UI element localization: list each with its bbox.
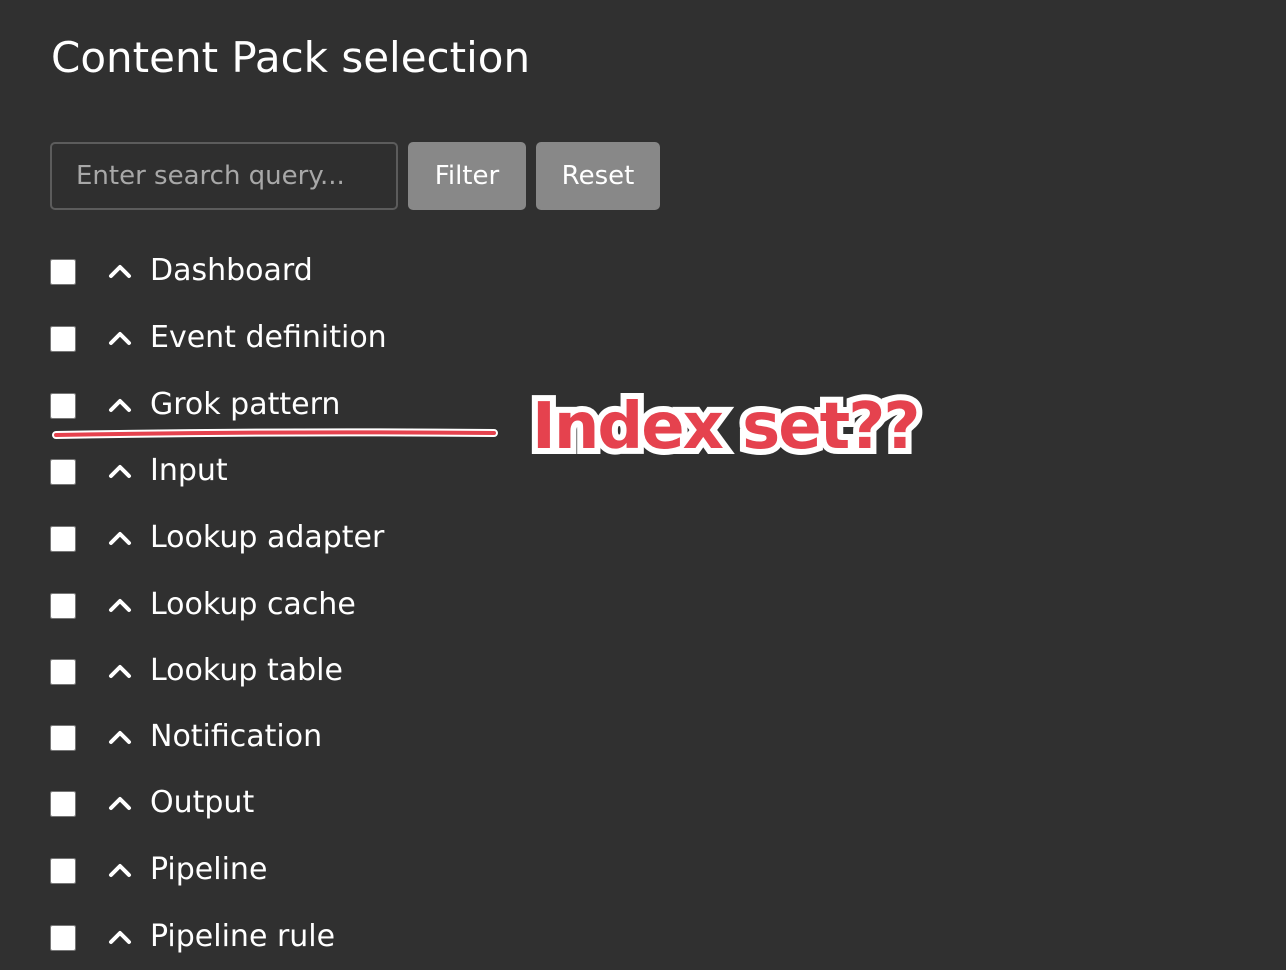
list-item-output: Output xyxy=(50,783,570,823)
chevron-up-icon[interactable] xyxy=(108,451,132,491)
list-item-label: Lookup cache xyxy=(150,587,356,622)
lookup-table-checkbox[interactable] xyxy=(50,659,76,685)
list-item-label: Lookup adapter xyxy=(150,520,385,555)
list-item-label: Grok pattern xyxy=(150,387,341,422)
chevron-up-icon[interactable] xyxy=(108,783,132,823)
output-checkbox[interactable] xyxy=(50,791,76,817)
chevron-up-icon[interactable] xyxy=(108,917,132,957)
list-item-lookup-cache: Lookup cache xyxy=(50,585,570,625)
notification-checkbox[interactable] xyxy=(50,725,76,751)
chevron-up-icon[interactable] xyxy=(108,585,132,625)
chevron-up-icon[interactable] xyxy=(108,518,132,558)
chevron-up-icon[interactable] xyxy=(108,717,132,757)
chevron-up-icon[interactable] xyxy=(108,651,132,691)
content-type-list: Dashboard Event definition Grok pattern … xyxy=(0,0,700,970)
list-item-label: Input xyxy=(150,453,228,488)
list-item-pipeline: Pipeline xyxy=(50,850,570,890)
input-checkbox[interactable] xyxy=(50,459,76,485)
lookup-cache-checkbox[interactable] xyxy=(50,593,76,619)
list-item-label: Pipeline xyxy=(150,852,268,887)
underline-annotation xyxy=(52,428,498,439)
chevron-up-icon[interactable] xyxy=(108,850,132,890)
list-item-label: Dashboard xyxy=(150,253,313,288)
list-item-label: Event definition xyxy=(150,320,387,355)
list-item-label: Lookup table xyxy=(150,653,343,688)
pipeline-rule-checkbox[interactable] xyxy=(50,925,76,951)
list-item-event-definition: Event definition xyxy=(50,318,570,358)
list-item-label: Output xyxy=(150,785,255,820)
list-item-pipeline-rule: Pipeline rule xyxy=(50,917,570,957)
chevron-up-icon[interactable] xyxy=(108,251,132,291)
list-item-label: Pipeline rule xyxy=(150,919,336,954)
event-definition-checkbox[interactable] xyxy=(50,326,76,352)
dashboard-checkbox[interactable] xyxy=(50,259,76,285)
list-item-grok-pattern: Grok pattern xyxy=(50,385,570,425)
grok-pattern-checkbox[interactable] xyxy=(50,393,76,419)
chevron-up-icon[interactable] xyxy=(108,318,132,358)
list-item-notification: Notification xyxy=(50,717,570,757)
annotation-text: Index set?? xyxy=(526,384,926,470)
list-item-dashboard: Dashboard xyxy=(50,251,570,291)
list-item-label: Notification xyxy=(150,719,323,754)
lookup-adapter-checkbox[interactable] xyxy=(50,526,76,552)
list-item-lookup-table: Lookup table xyxy=(50,651,570,691)
list-item-lookup-adapter: Lookup adapter xyxy=(50,518,570,558)
chevron-up-icon[interactable] xyxy=(108,385,132,425)
list-item-input: Input xyxy=(50,451,570,491)
pipeline-checkbox[interactable] xyxy=(50,858,76,884)
